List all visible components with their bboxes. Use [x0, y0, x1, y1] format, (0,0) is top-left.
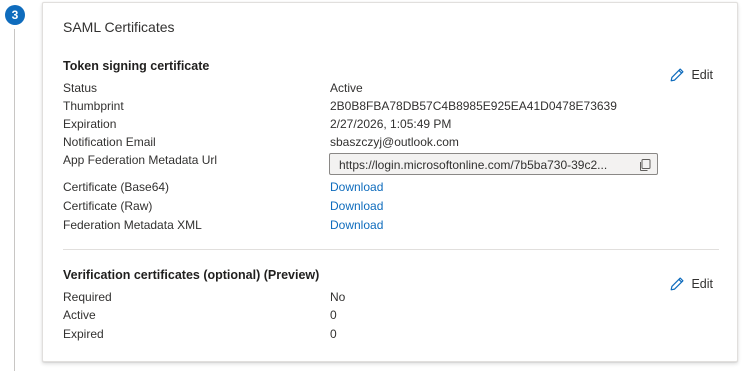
row-label: App Federation Metadata Url: [63, 153, 218, 167]
edit-label: Edit: [691, 277, 713, 291]
status-row: Status Active: [63, 81, 703, 99]
download-raw-link[interactable]: Download: [330, 199, 383, 213]
card-title: SAML Certificates: [63, 19, 175, 35]
token-signing-title: Token signing certificate: [63, 59, 210, 73]
required-value: No: [330, 290, 346, 304]
download-base64-link[interactable]: Download: [330, 180, 383, 194]
row-label: Required: [63, 290, 112, 304]
metadata-url-field[interactable]: https://login.microsoftonline.com/7b5ba7…: [329, 153, 658, 175]
notification-email-value: sbaszczyj@outlook.com: [330, 135, 459, 149]
active-row: Active 0: [63, 308, 703, 326]
required-row: Required No: [63, 290, 703, 308]
expiration-row: Expiration 2/27/2026, 1:05:49 PM: [63, 117, 703, 135]
download-federation-xml-link[interactable]: Download: [330, 218, 383, 232]
certificate-raw-row: Certificate (Raw) Download: [63, 199, 703, 217]
saml-certificates-card: SAML Certificates Token signing certific…: [42, 2, 738, 362]
copy-icon[interactable]: [638, 158, 652, 172]
edit-label: Edit: [691, 68, 713, 82]
thumbprint-row: Thumbprint 2B0B8FBA78DB57C4B8985E925EA41…: [63, 99, 703, 117]
section-divider: [63, 249, 719, 250]
expired-row: Expired 0: [63, 327, 703, 345]
thumbprint-value: 2B0B8FBA78DB57C4B8985E925EA41D0478E73639: [330, 99, 617, 113]
verification-title: Verification certificates (optional) (Pr…: [63, 268, 320, 282]
federation-metadata-row: Federation Metadata XML Download: [63, 218, 703, 236]
row-label: Expired: [63, 327, 104, 341]
expired-value: 0: [330, 327, 337, 341]
row-label: Notification Email: [63, 135, 156, 149]
expiration-value: 2/27/2026, 1:05:49 PM: [330, 117, 452, 131]
notification-email-row: Notification Email sbaszczyj@outlook.com: [63, 135, 703, 153]
step-number-badge: 3: [5, 5, 25, 25]
step-connector-line: [14, 29, 15, 371]
active-value: 0: [330, 308, 337, 322]
metadata-url-text[interactable]: https://login.microsoftonline.com/7b5ba7…: [339, 154, 631, 176]
row-label: Certificate (Raw): [63, 199, 153, 213]
certificate-base64-row: Certificate (Base64) Download: [63, 180, 703, 198]
row-label: Certificate (Base64): [63, 180, 170, 194]
row-label: Federation Metadata XML: [63, 218, 202, 232]
row-label: Active: [63, 308, 96, 322]
row-label: Expiration: [63, 117, 117, 131]
status-value: Active: [330, 81, 363, 95]
row-label: Thumbprint: [63, 99, 124, 113]
row-label: Status: [63, 81, 98, 95]
